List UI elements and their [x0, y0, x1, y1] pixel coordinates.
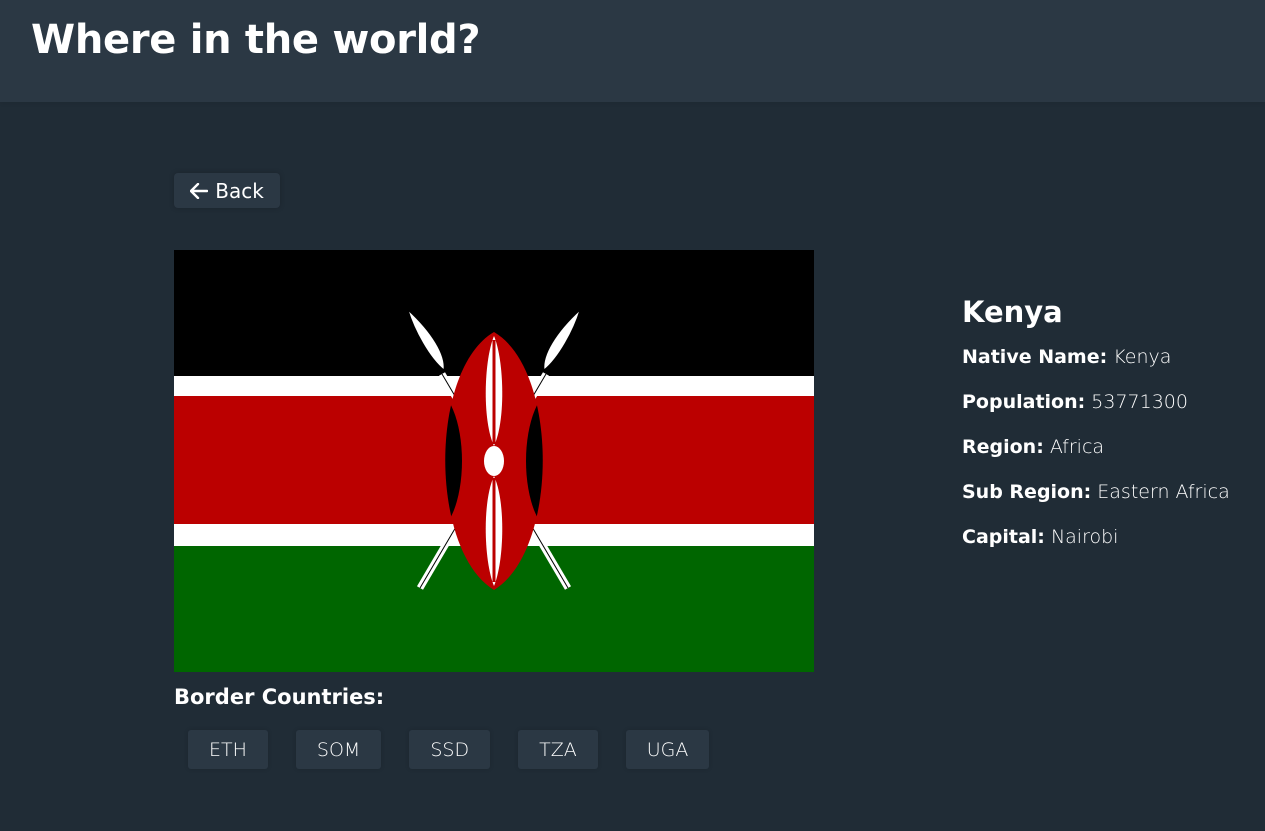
border-country-chip[interactable]: ETH	[188, 730, 268, 769]
border-country-chip[interactable]: TZA	[518, 730, 598, 769]
back-button-label: Back	[215, 178, 264, 203]
border-countries-title: Border Countries:	[174, 685, 385, 709]
info-sub-region: Sub Region: Eastern Africa	[962, 480, 1262, 504]
country-flag	[174, 250, 814, 672]
info-value: Eastern Africa	[1097, 481, 1230, 503]
border-country-chip[interactable]: UGA	[625, 730, 710, 769]
country-name: Kenya	[962, 295, 1063, 329]
info-value: Kenya	[1113, 346, 1172, 368]
info-label: Native Name:	[962, 346, 1108, 368]
info-native-name: Native Name: Kenya	[962, 345, 1262, 369]
info-value: Nairobi	[1050, 526, 1119, 548]
info-capital: Capital: Nairobi	[962, 525, 1262, 549]
kenya-flag-image	[174, 250, 814, 672]
info-label: Capital:	[962, 526, 1045, 548]
border-country-chip[interactable]: SSD	[409, 730, 491, 769]
info-value: Africa	[1049, 436, 1105, 458]
info-population: Population: 53771300	[962, 390, 1262, 414]
info-label: Sub Region:	[962, 481, 1092, 503]
arrow-left-icon	[190, 182, 209, 199]
info-label: Population:	[962, 391, 1086, 413]
back-button[interactable]: Back	[174, 173, 280, 208]
border-countries-list: ETH SOM SSD TZA UGA	[188, 730, 710, 769]
info-region: Region: Africa	[962, 435, 1262, 459]
country-details: Kenya Native Name: Kenya Population: 537…	[962, 295, 1262, 570]
info-value: 53771300	[1091, 391, 1188, 413]
app-header: Where in the world?	[0, 0, 1265, 102]
app-title: Where in the world?	[31, 17, 481, 63]
info-label: Region:	[962, 436, 1044, 458]
border-country-chip[interactable]: SOM	[295, 730, 382, 769]
